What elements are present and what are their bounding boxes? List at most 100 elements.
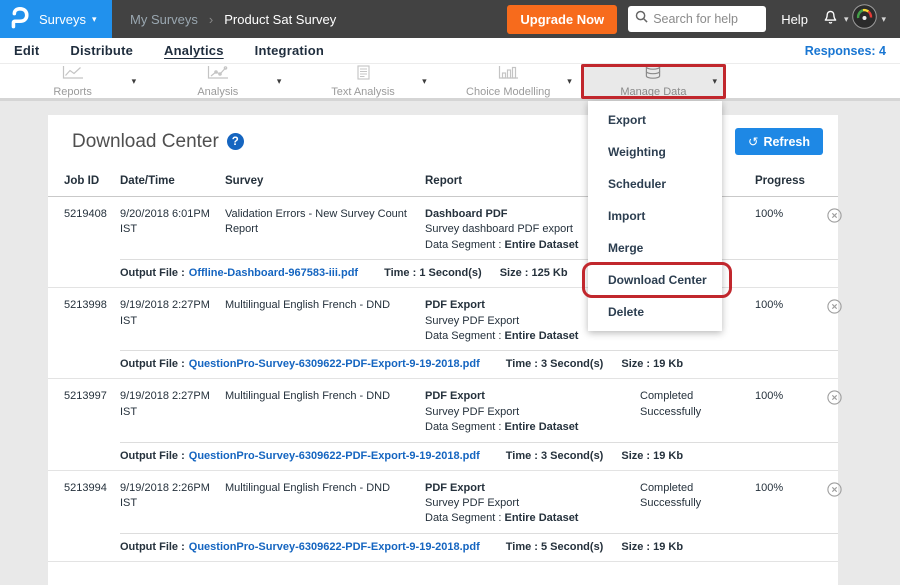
toolbar-item-label: Text Analysis [331, 86, 395, 98]
datetime-cell: 9/19/2018 2:26PM IST [120, 481, 225, 527]
output-file-link[interactable]: Offline-Dashboard-967583-iii.pdf [189, 267, 358, 279]
upgrade-now-button[interactable]: Upgrade Now [507, 5, 617, 34]
line-chart-icon [61, 65, 85, 85]
toolbar-item-label: Reports [53, 86, 92, 98]
output-file-link[interactable]: QuestionPro-Survey-6309622-PDF-Export-9-… [189, 358, 480, 370]
notifications-menu[interactable]: ▾ [821, 7, 853, 31]
datetime-cell: 9/19/2018 2:27PM IST [120, 298, 225, 344]
survey-nav: Edit Distribute Analytics Integration Re… [0, 38, 900, 64]
column-header-job-id: Job ID [64, 175, 120, 187]
table-row: 5213997 9/19/2018 2:27PM IST Multilingua… [48, 379, 838, 470]
toolbar-item-analysis[interactable]: Analysis ▾ [145, 64, 290, 98]
circle-x-icon [827, 390, 842, 435]
job-size: Size : 125 Kb [500, 267, 568, 279]
chevron-down-icon[interactable]: ▾ [132, 77, 137, 86]
circle-x-icon [827, 299, 842, 344]
trend-chart-icon [206, 65, 230, 85]
data-segment: Data Segment : Entire Dataset [425, 329, 626, 344]
menu-item-label: Download Center [608, 273, 707, 287]
page-title: Download Center [72, 131, 219, 153]
output-file-row: Output File : QuestionPro-Survey-6309622… [120, 533, 838, 561]
report-cell: PDF Export Survey PDF Export Data Segmen… [425, 389, 640, 435]
questionpro-logo-icon [9, 4, 30, 34]
chevron-down-icon[interactable]: ▾ [422, 77, 427, 86]
help-question-icon[interactable]: ? [227, 133, 244, 150]
menu-item-import[interactable]: Import [588, 200, 722, 232]
status-cell: Completed Successfully [640, 481, 755, 527]
menu-item-delete[interactable]: Delete [588, 296, 722, 328]
top-bar: Surveys ▾ My Surveys › Product Sat Surve… [0, 0, 900, 38]
menu-item-export[interactable]: Export [588, 104, 722, 136]
circle-x-icon [827, 482, 842, 527]
job-size: Size : 19 Kb [621, 358, 683, 370]
job-id-cell: 5219408 [64, 207, 120, 253]
menu-item-weighting[interactable]: Weighting [588, 136, 722, 168]
chevron-down-icon[interactable]: ▾ [567, 77, 572, 86]
report-name: PDF Export [425, 389, 626, 404]
survey-cell: Multilingual English French - DND [225, 389, 425, 435]
cancel-job-button[interactable] [827, 298, 842, 344]
table-row: 5213994 9/19/2018 2:26PM IST Multilingua… [48, 471, 838, 562]
surveys-app-menu[interactable]: Surveys ▾ [0, 0, 112, 38]
toolbar-item-reports[interactable]: Reports ▾ [0, 64, 145, 98]
toolbar-item-label: Choice Modelling [466, 86, 550, 98]
menu-item-scheduler[interactable]: Scheduler [588, 168, 722, 200]
menu-item-download-center[interactable]: Download Center [588, 264, 722, 296]
survey-cell: Validation Errors - New Survey Count Rep… [225, 207, 425, 253]
surveys-menu-label: Surveys [39, 12, 86, 27]
output-file-link[interactable]: QuestionPro-Survey-6309622-PDF-Export-9-… [189, 450, 480, 462]
survey-cell: Multilingual English French - DND [225, 298, 425, 344]
status-cell: Completed Successfully [640, 389, 755, 435]
search-icon [635, 10, 648, 28]
progress-cell: 100% [755, 298, 827, 344]
breadcrumb-separator-icon: › [209, 12, 213, 27]
cancel-job-button[interactable] [827, 207, 842, 253]
toolbar-item-label: Analysis [197, 86, 238, 98]
data-segment: Data Segment : Entire Dataset [425, 511, 626, 526]
toolbar-item-text-analysis[interactable]: Text Analysis ▾ [290, 64, 435, 98]
help-link[interactable]: Help [781, 12, 808, 27]
report-cell: PDF Export Survey PDF Export Data Segmen… [425, 481, 640, 527]
avatar [852, 4, 877, 34]
chevron-down-icon: ▾ [881, 15, 886, 24]
output-file-label: Output File : [120, 358, 185, 370]
text-document-icon [357, 65, 370, 85]
cancel-job-button[interactable] [827, 481, 842, 527]
output-file-link[interactable]: QuestionPro-Survey-6309622-PDF-Export-9-… [189, 541, 480, 553]
cancel-job-button[interactable] [827, 389, 842, 435]
circle-x-icon [827, 208, 842, 253]
search-input[interactable] [653, 12, 759, 26]
job-id-cell: 5213994 [64, 481, 120, 527]
job-size: Size : 19 Kb [621, 541, 683, 553]
chevron-down-icon[interactable]: ▾ [712, 77, 717, 86]
output-file-label: Output File : [120, 267, 185, 279]
toolbar-item-manage-data[interactable]: Manage Data ▾ [581, 64, 726, 98]
chevron-down-icon: ▾ [844, 15, 849, 24]
job-time: Time : 3 Second(s) [506, 358, 604, 370]
column-header-datetime: Date/Time [120, 175, 225, 187]
column-header-progress: Progress [755, 175, 827, 187]
manage-data-dropdown: Export Weighting Scheduler Import Merge … [588, 101, 722, 331]
nav-item-integration[interactable]: Integration [255, 43, 324, 58]
account-menu[interactable]: ▾ [852, 4, 890, 34]
refresh-icon: ↺ [748, 135, 758, 149]
data-segment: Data Segment : Entire Dataset [425, 420, 626, 435]
toolbar-item-choice-modelling[interactable]: Choice Modelling ▾ [436, 64, 581, 98]
menu-item-merge[interactable]: Merge [588, 232, 722, 264]
nav-item-edit[interactable]: Edit [14, 43, 39, 58]
report-description: Survey PDF Export [425, 496, 626, 511]
chevron-down-icon: ▾ [92, 15, 97, 24]
chevron-down-icon[interactable]: ▾ [277, 77, 282, 86]
help-search-box[interactable] [628, 6, 766, 32]
output-file-label: Output File : [120, 450, 185, 462]
output-file-row: Output File : QuestionPro-Survey-6309622… [120, 442, 838, 470]
job-size: Size : 19 Kb [621, 450, 683, 462]
refresh-button[interactable]: ↺Refresh [735, 128, 823, 155]
nav-item-distribute[interactable]: Distribute [70, 43, 133, 58]
output-file-row: Output File : Offline-Dashboard-967583-i… [120, 259, 838, 287]
breadcrumb-my-surveys[interactable]: My Surveys [130, 12, 198, 27]
nav-item-analytics[interactable]: Analytics [164, 43, 224, 58]
breadcrumb: My Surveys › Product Sat Survey [130, 12, 336, 27]
output-file-label: Output File : [120, 541, 185, 553]
job-id-cell: 5213997 [64, 389, 120, 435]
